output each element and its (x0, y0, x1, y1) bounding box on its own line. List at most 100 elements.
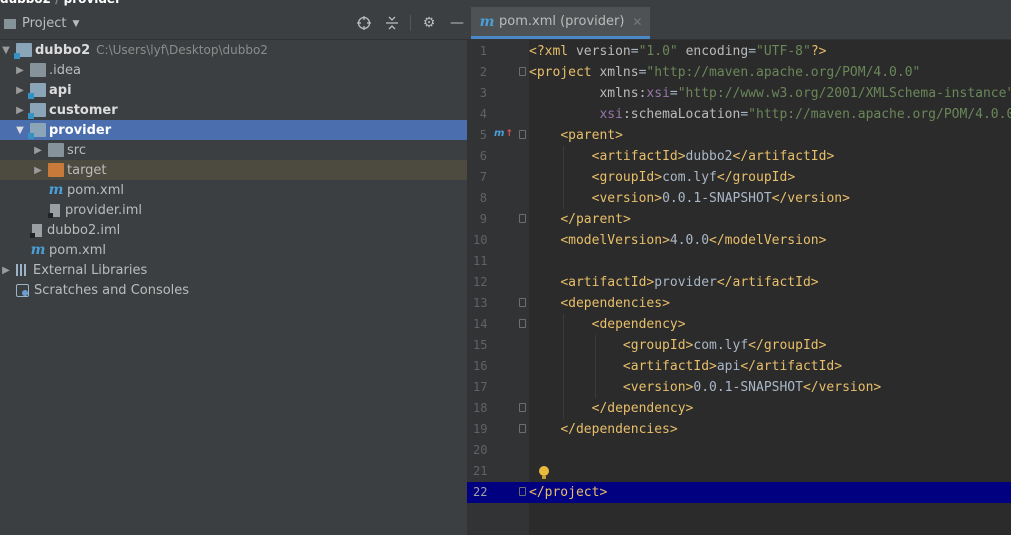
line-number[interactable]: 3 (467, 83, 529, 104)
project-view-selector[interactable]: Project ▼ (4, 16, 79, 31)
maven-parent-marker-icon[interactable]: m (494, 128, 513, 139)
code-line[interactable]: <artifactId>api</artifactId> (529, 356, 1011, 377)
expanded-arrow-icon[interactable]: ▼ (0, 44, 12, 56)
settings-button[interactable]: ⚙ (419, 13, 439, 33)
close-icon[interactable]: ✕ (632, 15, 642, 29)
line-number[interactable]: 13 (467, 293, 529, 314)
collapsed-arrow-icon[interactable]: ▶ (32, 164, 44, 176)
code-line[interactable]: </project> (529, 482, 1011, 503)
tree-item-label: src (67, 142, 86, 158)
tree-item-label: customer (49, 102, 118, 118)
code-line[interactable]: <artifactId>dubbo2</artifactId> (529, 146, 1011, 167)
line-number[interactable]: 8 (467, 188, 529, 209)
collapsed-arrow-icon[interactable]: ▶ (14, 104, 26, 116)
line-number[interactable]: 14 (467, 314, 529, 335)
fold-marker-icon[interactable] (519, 298, 526, 307)
tree-item-dubbo2-iml[interactable]: dubbo2.iml (0, 220, 493, 240)
collapsed-arrow-icon[interactable]: ▶ (0, 264, 12, 276)
code-line[interactable]: <version>0.0.1-SNAPSHOT</version> (529, 377, 1011, 398)
navigation-bar: dubbo2 / provider (0, 0, 1011, 7)
line-number[interactable]: 11 (467, 251, 529, 272)
line-number[interactable]: 19 (467, 419, 529, 440)
fold-marker-icon[interactable] (519, 319, 526, 328)
line-number[interactable]: 21 (467, 461, 529, 482)
tree-item-label: dubbo2 (35, 42, 91, 58)
tree-item-src[interactable]: ▶ src (0, 140, 499, 160)
code-line[interactable]: xsi:schemaLocation="http://maven.apache.… (529, 104, 1011, 125)
code-editor[interactable]: <?xml version="1.0" encoding="UTF-8"?> <p… (529, 40, 1011, 535)
code-line[interactable] (529, 440, 1011, 461)
tree-item-scratches[interactable]: Scratches and Consoles (0, 280, 479, 300)
tree-item-api[interactable]: ▶ api (0, 80, 481, 100)
line-number[interactable]: 4 (467, 104, 529, 125)
hide-panel-button[interactable]: — (447, 13, 467, 33)
code-line[interactable]: <groupId>com.lyf</groupId> (529, 167, 1011, 188)
code-line[interactable]: <parent> (529, 125, 1011, 146)
lightbulb-icon[interactable] (539, 466, 549, 479)
locate-file-button[interactable] (354, 13, 374, 33)
collapsed-arrow-icon[interactable]: ▶ (14, 84, 26, 96)
libraries-icon (16, 264, 30, 276)
line-number[interactable]: 6 (467, 146, 529, 167)
tree-item-external-libraries[interactable]: ▶ External Libraries (0, 260, 467, 280)
code-line[interactable]: <groupId>com.lyf</groupId> (529, 335, 1011, 356)
line-number[interactable]: 20 (467, 440, 529, 461)
tree-item-provider-pom[interactable]: m pom.xml (0, 180, 511, 200)
tree-item-dubbo2[interactable]: ▼ dubbo2 C:\Users\lyf\Desktop\dubbo2 (0, 40, 467, 60)
module-folder-icon (28, 83, 46, 99)
line-number[interactable]: 15 (467, 335, 529, 356)
line-number[interactable]: 16 (467, 356, 529, 377)
line-number[interactable]: 1 (467, 41, 529, 62)
breadcrumb-project[interactable]: dubbo2 (0, 0, 51, 6)
line-number[interactable]: 17 (467, 377, 529, 398)
collapsed-arrow-icon[interactable]: ▶ (14, 64, 26, 76)
code-line[interactable]: xmlns:xsi="http://www.w3.org/2001/XMLSch… (529, 83, 1011, 104)
tree-item-provider-iml[interactable]: provider.iml (0, 200, 511, 220)
code-line[interactable]: <version>0.0.1-SNAPSHOT</version> (529, 188, 1011, 209)
folder-icon (48, 143, 64, 157)
code-line[interactable]: <?xml version="1.0" encoding="UTF-8"?> (529, 41, 1011, 62)
code-line[interactable]: <dependency> (529, 314, 1011, 335)
tab-pom-xml-provider[interactable]: m pom.xml (provider) ✕ (471, 7, 651, 39)
line-number[interactable]: 18 (467, 398, 529, 419)
project-panel-header: Project ▼ ⚙ — (0, 7, 467, 40)
expanded-arrow-icon[interactable]: ▼ (14, 124, 26, 136)
project-view-icon (4, 18, 16, 29)
iml-file-icon (48, 203, 60, 218)
collapsed-arrow-icon[interactable]: ▶ (32, 144, 44, 156)
fold-marker-icon[interactable] (519, 403, 526, 412)
tree-item-provider[interactable]: ▼ provider (0, 120, 481, 140)
code-line[interactable]: <artifactId>provider</artifactId> (529, 272, 1011, 293)
collapse-all-button[interactable] (382, 13, 402, 33)
code-line[interactable]: <modelVersion>4.0.0</modelVersion> (529, 230, 1011, 251)
line-number[interactable]: 12 (467, 272, 529, 293)
code-line[interactable] (529, 251, 1011, 272)
line-number[interactable]: 22 (467, 482, 529, 503)
code-line[interactable]: <project xmlns="http://maven.apache.org/… (529, 62, 1011, 83)
line-number[interactable]: 9 (467, 209, 529, 230)
tree-item-label: External Libraries (33, 262, 148, 278)
tree-item-customer[interactable]: ▶ customer (0, 100, 481, 120)
breadcrumb[interactable]: dubbo2 / provider (0, 0, 121, 6)
line-number[interactable]: 10 (467, 230, 529, 251)
code-line[interactable]: </dependency> (529, 398, 1011, 419)
line-number[interactable]: 7 (467, 167, 529, 188)
tree-item-target[interactable]: ▶ target (0, 160, 499, 180)
tree-item-idea[interactable]: ▶ .idea (0, 60, 481, 80)
tree-item-label: provider (49, 122, 112, 138)
fold-marker-icon[interactable] (519, 67, 526, 76)
code-line[interactable]: </dependencies> (529, 419, 1011, 440)
module-folder-icon (28, 123, 46, 139)
tree-item-root-pom[interactable]: m pom.xml (0, 240, 493, 260)
maven-icon: m (30, 242, 46, 258)
fold-marker-icon[interactable] (519, 214, 526, 223)
code-line[interactable] (529, 461, 1011, 482)
fold-marker-icon[interactable] (519, 424, 526, 433)
code-line[interactable]: </parent> (529, 209, 1011, 230)
fold-marker-icon[interactable] (519, 487, 526, 496)
chevron-down-icon: ▼ (72, 18, 80, 29)
fold-marker-icon[interactable] (519, 130, 526, 139)
breadcrumb-module[interactable]: provider (64, 0, 121, 6)
line-number[interactable]: 2 (467, 62, 529, 83)
code-line[interactable]: <dependencies> (529, 293, 1011, 314)
